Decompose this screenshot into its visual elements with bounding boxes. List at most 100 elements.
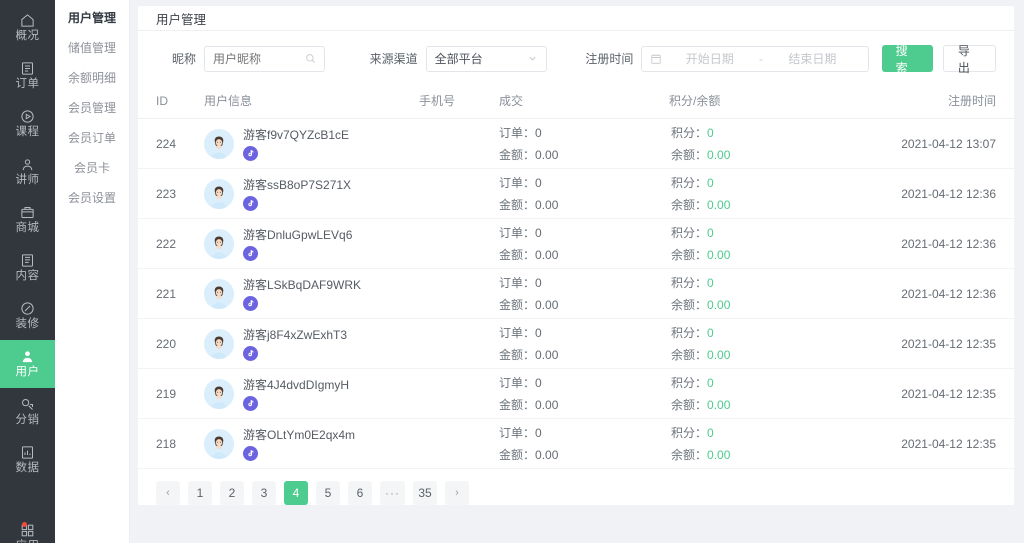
sidebar-item-teachers[interactable]: 讲师 bbox=[0, 148, 55, 196]
deal-amount: 金额：0.00 bbox=[499, 446, 669, 463]
cell-register-time: 2021-04-12 12:35 bbox=[884, 369, 1014, 419]
sidebar-item-orders[interactable]: 订单 bbox=[0, 52, 55, 100]
submenu-item-member-card[interactable]: 会员卡 bbox=[55, 153, 129, 183]
cell-phone bbox=[419, 319, 499, 369]
pagination-next[interactable]: › bbox=[445, 481, 469, 505]
avatar bbox=[204, 279, 234, 309]
channel-selected-value: 全部平台 bbox=[435, 50, 483, 67]
cell-phone bbox=[419, 119, 499, 169]
export-button[interactable]: 导出 bbox=[943, 45, 996, 72]
douyin-badge-icon bbox=[243, 296, 258, 311]
sidebar-divider-gap bbox=[0, 484, 55, 514]
sidebar-label: 讲师 bbox=[16, 173, 40, 187]
pagination-page-5[interactable]: 5 bbox=[316, 481, 340, 505]
table-row[interactable]: 223 游客ssB8oP7S271X 订单：0 金额：0.00 积分：0 bbox=[138, 169, 1014, 219]
teacher-icon bbox=[20, 157, 35, 172]
user-nickname: 游客DnluGpwLEVq6 bbox=[243, 226, 352, 243]
nickname-input[interactable] bbox=[204, 46, 325, 72]
cell-user-info: 游客DnluGpwLEVq6 bbox=[204, 219, 419, 269]
sidebar-label: 数据 bbox=[16, 461, 40, 475]
table-row[interactable]: 219 游客4J4dvdDIgmyH 订单：0 金额：0.00 积分：0 bbox=[138, 369, 1014, 419]
cell-user-info: 游客ssB8oP7S271X bbox=[204, 169, 419, 219]
user-nickname: 游客4J4dvdDIgmyH bbox=[243, 376, 349, 393]
sidebar-label: 用户 bbox=[16, 365, 40, 379]
order-icon bbox=[20, 61, 35, 76]
card-header: 用户管理 bbox=[138, 6, 1014, 31]
cell-points-balance: 积分：0 余额：0.00 bbox=[669, 169, 884, 219]
date-range-picker[interactable]: 开始日期 - 结束日期 bbox=[641, 46, 868, 72]
cell-register-time: 2021-04-12 12:36 bbox=[884, 169, 1014, 219]
cell-deal: 订单：0 金额：0.00 bbox=[499, 119, 669, 169]
sidebar-label: 装修 bbox=[16, 317, 40, 331]
user-icon bbox=[20, 349, 35, 364]
submenu-item-member-settings[interactable]: 会员设置 bbox=[55, 183, 129, 213]
cell-deal: 订单：0 金额：0.00 bbox=[499, 369, 669, 419]
balance-value: 余额：0.00 bbox=[671, 146, 884, 163]
chevron-down-icon bbox=[527, 53, 538, 64]
register-time-label: 注册时间 bbox=[585, 50, 633, 67]
douyin-badge-icon bbox=[243, 396, 258, 411]
sidebar-item-overview[interactable]: 概况 bbox=[0, 4, 55, 52]
table-row[interactable]: 220 游客j8F4xZwExhT3 订单：0 金额：0.00 积分：0 bbox=[138, 319, 1014, 369]
pagination-page-3[interactable]: 3 bbox=[252, 481, 276, 505]
cell-deal: 订单：0 金额：0.00 bbox=[499, 319, 669, 369]
date-range-separator: - bbox=[757, 52, 765, 66]
deal-orders: 订单：0 bbox=[499, 174, 669, 191]
sidebar-label: 订单 bbox=[16, 77, 40, 91]
date-start-placeholder: 开始日期 bbox=[662, 50, 757, 67]
points-value: 积分：0 bbox=[671, 174, 884, 191]
sidebar-item-courses[interactable]: 课程 bbox=[0, 100, 55, 148]
balance-value: 余额：0.00 bbox=[671, 396, 884, 413]
date-end-placeholder: 结束日期 bbox=[765, 50, 860, 67]
sidebar-label: 课程 bbox=[16, 125, 40, 139]
cell-user-info: 游客LSkBqDAF9WRK bbox=[204, 269, 419, 319]
submenu-item-member-orders[interactable]: 会员订单 bbox=[55, 123, 129, 153]
submenu-item-member-management[interactable]: 会员管理 bbox=[55, 93, 129, 123]
pagination-page-35[interactable]: 35 bbox=[413, 481, 437, 505]
channel-select[interactable]: 全部平台 bbox=[426, 46, 547, 72]
cell-points-balance: 积分：0 余额：0.00 bbox=[669, 219, 884, 269]
distribution-icon bbox=[20, 397, 35, 412]
table-row[interactable]: 222 游客DnluGpwLEVq6 订单：0 金额：0.00 积分：0 bbox=[138, 219, 1014, 269]
sidebar-item-shop[interactable]: 商城 bbox=[0, 196, 55, 244]
column-user-info: 用户信息 bbox=[204, 85, 419, 119]
decorate-icon bbox=[20, 301, 35, 316]
sidebar-item-distribution[interactable]: 分销 bbox=[0, 388, 55, 436]
cell-points-balance: 积分：0 余额：0.00 bbox=[669, 269, 884, 319]
cell-user-info: 游客4J4dvdDIgmyH bbox=[204, 369, 419, 419]
pagination-prev[interactable]: ‹ bbox=[156, 481, 180, 505]
cell-phone bbox=[419, 169, 499, 219]
search-button[interactable]: 搜索 bbox=[882, 45, 933, 72]
table-row[interactable]: 224 游客f9v7QYZcB1cE 订单：0 金额：0.00 积分：0 bbox=[138, 119, 1014, 169]
pagination-page-4[interactable]: 4 bbox=[284, 481, 308, 505]
column-deal: 成交 bbox=[499, 85, 669, 119]
cell-register-time: 2021-04-12 12:35 bbox=[884, 319, 1014, 369]
cell-deal: 订单：0 金额：0.00 bbox=[499, 269, 669, 319]
pagination-page-6[interactable]: 6 bbox=[348, 481, 372, 505]
submenu-item-user-management[interactable]: 用户管理 bbox=[55, 3, 129, 33]
balance-value: 余额：0.00 bbox=[671, 346, 884, 363]
nickname-field[interactable] bbox=[213, 52, 305, 66]
table-row[interactable]: 221 游客LSkBqDAF9WRK 订单：0 金额：0.00 积分：0 bbox=[138, 269, 1014, 319]
pagination-page-2[interactable]: 2 bbox=[220, 481, 244, 505]
cell-phone bbox=[419, 419, 499, 469]
user-nickname: 游客OLtYm0E2qx4m bbox=[243, 426, 355, 443]
submenu-item-stored-value[interactable]: 储值管理 bbox=[55, 33, 129, 63]
douyin-badge-icon bbox=[243, 446, 258, 461]
avatar bbox=[204, 429, 234, 459]
submenu-item-balance-detail[interactable]: 余额明细 bbox=[55, 63, 129, 93]
cell-user-info: 游客j8F4xZwExhT3 bbox=[204, 319, 419, 369]
sidebar-item-decorate[interactable]: 装修 bbox=[0, 292, 55, 340]
pagination-page-1[interactable]: 1 bbox=[188, 481, 212, 505]
table-row[interactable]: 218 游客OLtYm0E2qx4m 订单：0 金额：0.00 积分：0 bbox=[138, 419, 1014, 469]
cell-phone bbox=[419, 369, 499, 419]
notification-dot bbox=[22, 522, 27, 527]
user-nickname: 游客LSkBqDAF9WRK bbox=[243, 276, 361, 293]
sidebar-item-users[interactable]: 用户 bbox=[0, 340, 55, 388]
sidebar-item-data[interactable]: 数据 bbox=[0, 436, 55, 484]
douyin-badge-icon bbox=[243, 146, 258, 161]
sidebar-item-apps[interactable]: 应用 bbox=[0, 514, 55, 543]
cell-register-time: 2021-04-12 12:35 bbox=[884, 419, 1014, 469]
sidebar-item-content[interactable]: 内容 bbox=[0, 244, 55, 292]
channel-label: 来源渠道 bbox=[370, 50, 418, 67]
